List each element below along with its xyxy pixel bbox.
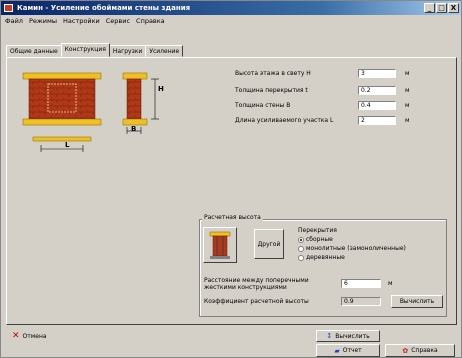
coef-input[interactable]: 0.9 (341, 297, 381, 306)
distance-unit: м (388, 280, 393, 287)
floor-option-wooden-label: деревянные (306, 254, 345, 261)
column-icon (209, 231, 231, 259)
help-label: Справка (411, 347, 438, 354)
side-section (126, 78, 142, 120)
floor-option-monolithic[interactable]: монолитные (замоноличенные) (298, 245, 406, 252)
menu-file[interactable]: Файл (5, 15, 23, 28)
report-icon: ▰ (334, 346, 340, 355)
menu-modes[interactable]: Режимы (29, 15, 57, 28)
tab-general[interactable]: Общие данные (6, 45, 62, 57)
main-window: Камин - Усиление обоймами стены здания _… (0, 0, 462, 358)
floors-title: Перекрытия (298, 227, 337, 234)
report-button[interactable]: ▰ Отчет (316, 344, 380, 357)
dimension-h-label: H (158, 85, 164, 93)
wall-thickness-label: Толщина стены B (235, 102, 291, 109)
column-type-button[interactable] (203, 227, 237, 263)
length-label: Длина усиливаемого участка L (235, 117, 334, 124)
floor-option-prefab[interactable]: сборные (298, 236, 333, 243)
tab-construction[interactable]: Конструкция (60, 43, 110, 57)
compute-label: Вычислить (335, 332, 370, 340)
radio-wooden[interactable] (298, 254, 304, 261)
length-unit: м (405, 117, 410, 124)
compute-button[interactable]: ↕ Вычислить (316, 330, 380, 342)
distance-label: Расстояние между поперечными жесткими ко… (204, 277, 309, 291)
calc-height-title: Расчетная высота (202, 214, 263, 221)
height-label: Высота этажа в свету H (235, 70, 311, 77)
radio-monolithic[interactable] (298, 245, 304, 252)
other-button[interactable]: Другой (254, 229, 284, 259)
cancel-button[interactable]: ✕ Отмена (7, 330, 97, 342)
wall-diagram (22, 72, 159, 152)
dimension-b-label: B (131, 125, 137, 133)
report-label: Отчет (342, 347, 362, 354)
slab-thickness-input[interactable]: 0.2 (358, 86, 396, 95)
compute-coef-button[interactable]: Вычислить (391, 295, 443, 308)
floor-option-prefab-label: сборные (306, 236, 333, 243)
plan-strip (32, 136, 92, 142)
slab-thickness-label: Толщина перекрытия t (235, 87, 308, 94)
help-icon: ✿ (402, 346, 409, 355)
cancel-label: Отмена (22, 332, 47, 340)
dimension-l-label: L (65, 141, 70, 149)
compute-icon: ↕ (326, 332, 333, 340)
bottom-slab (22, 118, 102, 126)
slab-thickness-unit: м (405, 87, 410, 94)
tab-reinforcement[interactable]: Усиление (145, 45, 184, 57)
close-button[interactable]: X (448, 3, 459, 13)
floor-option-wooden[interactable]: деревянные (298, 254, 345, 261)
wall-thickness-input[interactable]: 0.4 (358, 101, 396, 110)
maximize-button[interactable]: □ (436, 3, 447, 13)
top-slab (22, 72, 102, 80)
app-icon (4, 4, 13, 12)
window-title: Камин - Усиление обоймами стены здания (17, 4, 191, 12)
height-input[interactable]: 3 (358, 69, 396, 78)
minimize-button[interactable]: _ (424, 3, 435, 13)
radio-prefab[interactable] (298, 236, 304, 243)
help-button[interactable]: ✿ Справка (385, 344, 455, 357)
tab-loads[interactable]: Нагрузки (108, 45, 147, 57)
wall-thickness-unit: м (405, 102, 410, 109)
length-input[interactable]: 2 (358, 116, 396, 125)
title-bar[interactable]: Камин - Усиление обоймами стены здания _… (1, 1, 461, 15)
coef-label: Коэффициент расчетной высоты (204, 298, 309, 305)
height-unit: м (405, 70, 410, 77)
menu-service[interactable]: Сервис (106, 15, 130, 28)
menu-bar: Файл Режимы Настройки Сервис Справка (1, 15, 461, 28)
menu-help[interactable]: Справка (136, 15, 165, 28)
front-wall (28, 78, 96, 120)
distance-input[interactable]: 6 (341, 279, 381, 288)
menu-settings[interactable]: Настройки (63, 15, 100, 28)
floor-option-monolithic-label: монолитные (замоноличенные) (306, 245, 406, 252)
cancel-icon: ✕ (12, 331, 20, 341)
